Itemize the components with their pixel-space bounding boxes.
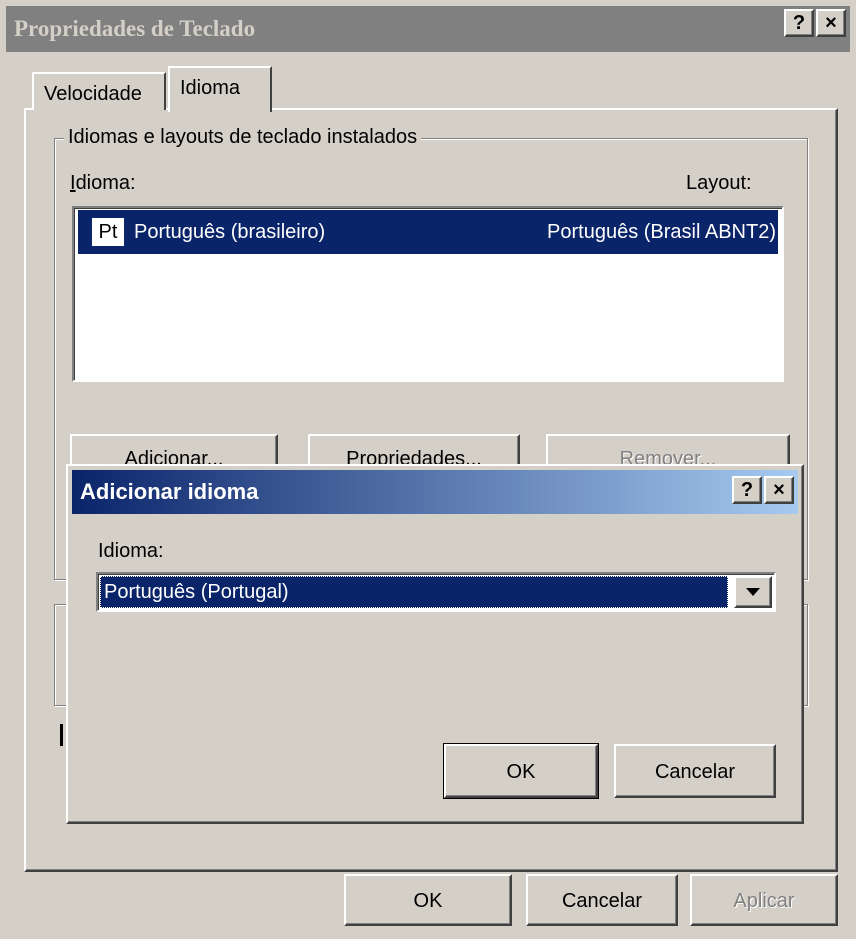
dialog-field-label: Idioma:: [98, 540, 164, 562]
dropdown-button[interactable]: [734, 576, 772, 608]
dialog-help-button[interactable]: ?: [732, 476, 762, 504]
apply-button[interactable]: Aplicar: [690, 874, 838, 926]
main-title-bar: Propriedades de Teclado: [6, 6, 850, 52]
main-window-title: Propriedades de Teclado: [14, 16, 256, 41]
active-tab-join: [170, 106, 270, 112]
help-icon: ?: [792, 12, 806, 34]
column-layout-label: Layout:: [686, 172, 752, 194]
help-button[interactable]: ?: [784, 9, 814, 37]
close-icon: ×: [773, 479, 785, 501]
partial-control: [60, 724, 63, 746]
cancel-button[interactable]: Cancelar: [526, 874, 678, 926]
dialog-title-bar: Adicionar idioma: [72, 470, 798, 514]
language-badge-icon: Pt: [92, 218, 124, 246]
list-item-language: Português (brasileiro): [134, 221, 326, 243]
language-select-value: Português (Portugal): [100, 576, 728, 608]
group-label: Idiomas e layouts de teclado instalados: [64, 126, 422, 149]
tab-idioma-label: Idioma: [180, 77, 241, 99]
tab-velocidade-label: Velocidade: [44, 83, 142, 105]
dialog-close-button[interactable]: ×: [764, 476, 794, 504]
list-item[interactable]: Pt Português (brasileiro) Português (Bra…: [78, 210, 778, 254]
language-select[interactable]: Português (Portugal): [96, 572, 776, 612]
add-language-dialog: Adicionar idioma ? × Idioma: Português (…: [66, 464, 804, 824]
installed-languages-list[interactable]: Pt Português (brasileiro) Português (Bra…: [72, 206, 784, 382]
close-icon: ×: [825, 12, 837, 34]
dialog-cancel-button[interactable]: Cancelar: [614, 744, 776, 798]
close-button[interactable]: ×: [816, 9, 846, 37]
list-item-layout: Português (Brasil ABNT2): [547, 221, 776, 243]
column-language-label: Idioma:: [70, 172, 136, 194]
ok-button[interactable]: OK: [344, 874, 512, 926]
dialog-ok-button[interactable]: OK: [443, 743, 599, 799]
tab-velocidade[interactable]: Velocidade: [32, 72, 166, 110]
help-icon: ?: [740, 479, 754, 501]
dialog-title: Adicionar idioma: [80, 479, 259, 504]
chevron-down-icon: [746, 588, 760, 596]
